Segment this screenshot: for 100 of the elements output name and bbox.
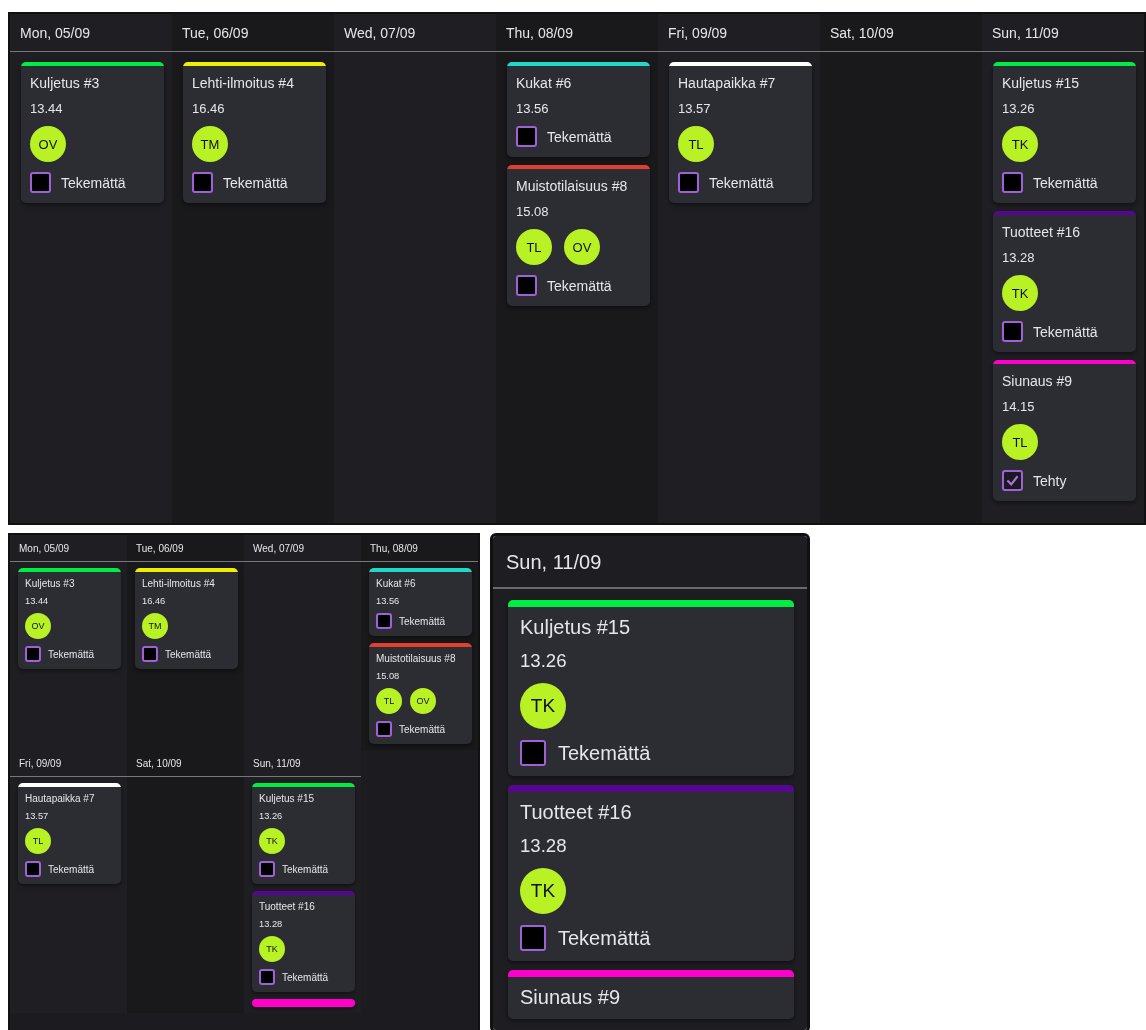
event-time: 13.26	[1002, 101, 1036, 116]
event-time: 13.57	[25, 811, 50, 821]
initials-avatar: TK	[1002, 126, 1038, 162]
event-title: Hautapaikka #7	[25, 793, 96, 804]
event-card[interactable]: Hautapaikka #7 13.57 TL Tekemättä	[669, 62, 812, 203]
event-title: Kukat #6	[376, 578, 417, 589]
initials-avatar: TL	[25, 828, 51, 854]
event-card[interactable]: Kuljetus #15 13.26 TK Tekemättä	[252, 783, 355, 884]
checkbox[interactable]	[25, 861, 41, 877]
event-card[interactable]: Kuljetus #15 13.26 TK Tekemättä	[508, 600, 794, 776]
initials-avatar: OV	[564, 229, 600, 265]
event-card[interactable]: Muistotilaisuus #8 15.08 TL OV Tekemättä	[369, 643, 472, 744]
status-label: Tekemättä	[48, 863, 95, 875]
event-title: Kukat #6	[516, 75, 573, 91]
initials-avatar: TM	[142, 613, 168, 639]
checkbox[interactable]	[520, 925, 546, 951]
event-title: Hautapaikka #7	[678, 75, 777, 91]
checkbox[interactable]	[678, 172, 699, 193]
checkbox[interactable]	[1002, 321, 1023, 342]
event-card[interactable]: Lehti-ilmoitus #4 16.46 TM Tekemättä	[135, 568, 238, 669]
status-label: Tekemättä	[558, 741, 651, 765]
event-title: Lehti-ilmoitus #4	[142, 578, 216, 589]
status-label: Tekemättä	[282, 971, 329, 983]
status-label: Tekemättä	[223, 174, 288, 191]
checkbox[interactable]	[142, 646, 158, 662]
event-card[interactable]: Siunaus #9 14.15 TL Tehty	[993, 360, 1136, 501]
status-label: Tekemättä	[282, 863, 329, 875]
event-time: 13.56	[376, 596, 401, 606]
day-header: Sun, 11/09	[982, 14, 1144, 52]
initials-avatar: TL	[376, 688, 402, 714]
event-title: Kuljetus #3	[30, 75, 101, 91]
status-label: Tekemättä	[1033, 323, 1098, 340]
checkbox[interactable]	[520, 740, 546, 766]
day-header: Sun, 11/09	[493, 536, 807, 589]
initials-avatar: TL	[516, 229, 552, 265]
event-time: 13.56	[516, 101, 550, 116]
checkbox[interactable]	[30, 172, 51, 193]
initials-avatar: TL	[1002, 424, 1038, 460]
event-card[interactable]: Lehti-ilmoitus #4 16.46 TM Tekemättä	[183, 62, 326, 203]
status-label: Tekemättä	[547, 277, 612, 294]
checkbox[interactable]	[25, 646, 41, 662]
status-label: Tekemättä	[709, 174, 774, 191]
event-time: 16.46	[192, 101, 226, 116]
initials-avatar: TK	[259, 828, 285, 854]
status-label: Tekemättä	[165, 648, 212, 660]
event-card[interactable]: Tuotteet #16 13.28 TK Tekemättä	[993, 211, 1136, 352]
event-card[interactable]: Siunaus #9	[508, 970, 794, 1019]
checkbox[interactable]	[1002, 470, 1023, 491]
checkbox[interactable]	[1002, 172, 1023, 193]
checkbox[interactable]	[516, 275, 537, 296]
event-card[interactable]: Kuljetus #3 13.44 OV Tekemättä	[21, 62, 164, 203]
checkbox[interactable]	[192, 172, 213, 193]
event-title: Lehti-ilmoitus #4	[192, 75, 295, 91]
event-title: Siunaus #9	[520, 986, 622, 1009]
event-title: Tuotteet #16	[520, 801, 633, 824]
event-time: 13.28	[520, 835, 568, 857]
event-time: 13.26	[520, 650, 568, 672]
checkbox[interactable]	[376, 613, 392, 629]
event-title: Kuljetus #15	[259, 793, 316, 804]
event-title: Kuljetus #15	[1002, 75, 1081, 91]
event-time: 15.08	[516, 204, 550, 219]
status-label: Tekemättä	[61, 174, 126, 191]
event-card[interactable]: Hautapaikka #7 13.57 TL Tekemättä	[18, 783, 121, 884]
event-card[interactable]: Tuotteet #16 13.28 TK Tekemättä	[508, 785, 794, 961]
event-title: Siunaus #9	[1002, 373, 1074, 389]
initials-avatar: TK	[259, 936, 285, 962]
event-title: Kuljetus #3	[25, 578, 76, 589]
status-label: Tekemättä	[399, 615, 446, 627]
status-label: Tekemättä	[558, 926, 651, 950]
event-card[interactable]: Kukat #6 13.56 Tekemättä	[369, 568, 472, 636]
event-time: 13.44	[30, 101, 64, 116]
checkbox[interactable]	[259, 861, 275, 877]
status-label: Tekemättä	[547, 128, 612, 145]
event-card[interactable]: Kuljetus #3 13.44 OV Tekemättä	[18, 568, 121, 669]
initials-avatar: OV	[30, 126, 66, 162]
event-time: 15.08	[376, 671, 401, 681]
event-card[interactable]: Kuljetus #15 13.26 TK Tekemättä	[993, 62, 1136, 203]
checkbox[interactable]	[259, 969, 275, 985]
status-label: Tekemättä	[399, 723, 446, 735]
initials-avatar: TK	[1002, 275, 1038, 311]
event-title: Kuljetus #15	[520, 616, 632, 639]
event-time: 14.15	[1002, 399, 1036, 414]
event-time: 13.44	[25, 596, 50, 606]
initials-avatar: TM	[192, 126, 228, 162]
event-card[interactable]: Kukat #6 13.56 Tekemättä	[507, 62, 650, 157]
event-card[interactable]: Tuotteet #16 13.28 TK Tekemättä	[252, 891, 355, 992]
event-time: 13.28	[259, 919, 284, 929]
day-header: Thu, 08/09	[361, 535, 478, 562]
event-title: Muistotilaisuus #8	[376, 653, 457, 664]
event-title: Muistotilaisuus #8	[516, 178, 629, 194]
status-label: Tekemättä	[1033, 174, 1098, 191]
checkbox[interactable]	[516, 126, 537, 147]
event-title: Tuotteet #16	[1002, 224, 1082, 240]
initials-avatar: OV	[410, 688, 436, 714]
event-time: 13.57	[678, 101, 712, 116]
checkbox[interactable]	[376, 721, 392, 737]
event-time: 13.26	[259, 811, 284, 821]
event-card[interactable]: Muistotilaisuus #8 15.08 TL OV Tekemättä	[507, 165, 650, 306]
initials-avatar: TL	[678, 126, 714, 162]
status-label: Tehty	[1033, 472, 1067, 489]
